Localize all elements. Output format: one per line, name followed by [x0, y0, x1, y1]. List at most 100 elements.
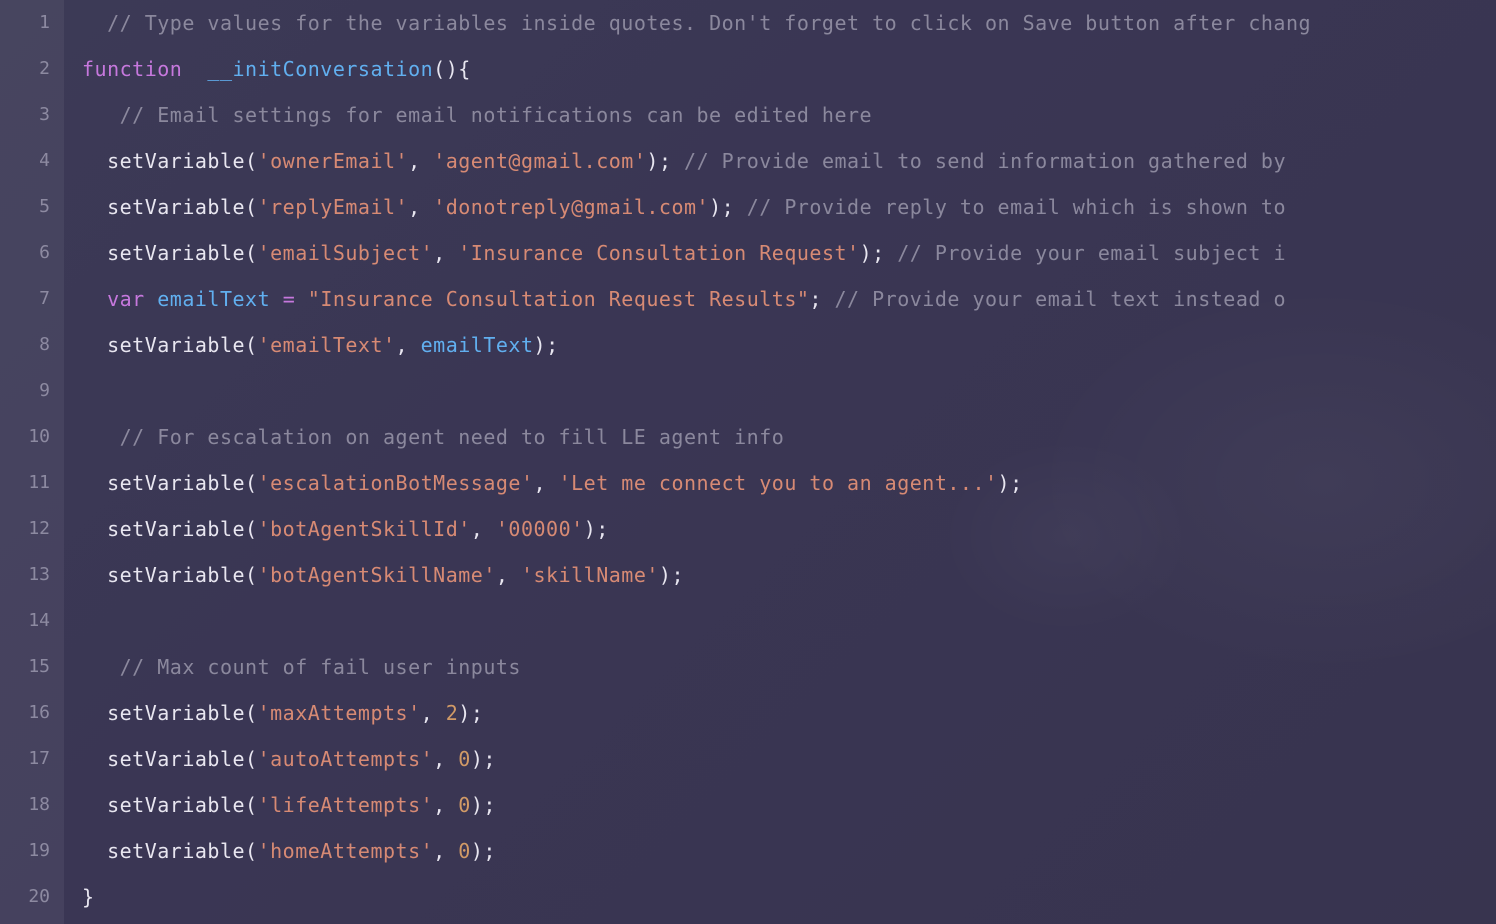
- line-number: 2: [0, 46, 50, 92]
- string-arg: 'skillName': [521, 563, 659, 587]
- code-line[interactable]: }: [82, 874, 1496, 920]
- comma: ,: [433, 793, 458, 817]
- code-area[interactable]: // Type values for the variables inside …: [64, 0, 1496, 924]
- line-number: 12: [0, 506, 50, 552]
- code-line[interactable]: setVariable('emailSubject', 'Insurance C…: [82, 230, 1496, 276]
- number-arg: 0: [458, 793, 471, 817]
- open-paren: (: [245, 839, 258, 863]
- semicolon: ;: [546, 333, 559, 357]
- code-line[interactable]: var emailText = "Insurance Consultation …: [82, 276, 1496, 322]
- code-line[interactable]: // Type values for the variables inside …: [82, 0, 1496, 46]
- code-line[interactable]: // Email settings for email notification…: [82, 92, 1496, 138]
- call-name: setVariable: [107, 149, 245, 173]
- open-brace: {: [458, 57, 471, 81]
- close-paren: ): [709, 195, 722, 219]
- line-number: 9: [0, 368, 50, 414]
- open-paren: (: [245, 747, 258, 771]
- comment-text: // Email settings for email notification…: [120, 103, 872, 127]
- call-name: setVariable: [107, 701, 245, 725]
- string-arg: 'agent@gmail.com': [433, 149, 646, 173]
- string-arg: 'botAgentSkillName': [258, 563, 496, 587]
- space: [182, 57, 207, 81]
- call-name: setVariable: [107, 517, 245, 541]
- open-paren: (: [245, 517, 258, 541]
- semicolon: ;: [659, 149, 672, 173]
- open-paren: (: [245, 471, 258, 495]
- comma: ,: [408, 195, 433, 219]
- call-name: setVariable: [107, 333, 245, 357]
- comment-text: // Provide email to send information gat…: [671, 149, 1286, 173]
- line-number-gutter: 1 2 3 4 5 6 7 8 9 10 11 12 13 14 15 16 1…: [0, 0, 64, 924]
- code-line[interactable]: setVariable('replyEmail', 'donotreply@gm…: [82, 184, 1496, 230]
- space: [145, 287, 158, 311]
- code-line[interactable]: setVariable('lifeAttempts', 0);: [82, 782, 1496, 828]
- string-arg: 'homeAttempts': [258, 839, 434, 863]
- code-line[interactable]: setVariable('emailText', emailText);: [82, 322, 1496, 368]
- comma: ,: [433, 747, 458, 771]
- code-line[interactable]: setVariable('homeAttempts', 0);: [82, 828, 1496, 874]
- indent: [82, 793, 107, 817]
- open-paren: (: [245, 333, 258, 357]
- semicolon: ;: [809, 287, 822, 311]
- code-line[interactable]: // For escalation on agent need to fill …: [82, 414, 1496, 460]
- line-number: 14: [0, 598, 50, 644]
- close-paren: ): [471, 793, 484, 817]
- function-name: __initConversation: [207, 57, 433, 81]
- open-paren: (: [245, 149, 258, 173]
- comment-text: // Provide your email text instead o: [822, 287, 1286, 311]
- line-number: 19: [0, 828, 50, 874]
- comment-text: // Provide reply to email which is shown…: [734, 195, 1286, 219]
- keyword-function: function: [82, 57, 182, 81]
- open-paren: (: [245, 241, 258, 265]
- code-line[interactable]: // Max count of fail user inputs: [82, 644, 1496, 690]
- code-line[interactable]: setVariable('ownerEmail', 'agent@gmail.c…: [82, 138, 1496, 184]
- line-number: 3: [0, 92, 50, 138]
- string-arg: 'Let me connect you to an agent...': [559, 471, 998, 495]
- call-name: setVariable: [107, 793, 245, 817]
- string-arg: 'ownerEmail': [258, 149, 409, 173]
- indent: [82, 103, 120, 127]
- string-arg: '00000': [496, 517, 584, 541]
- string-arg: 'maxAttempts': [258, 701, 421, 725]
- close-paren: ): [860, 241, 873, 265]
- comment-text: // Max count of fail user inputs: [120, 655, 521, 679]
- string-arg: 'Insurance Consultation Request': [458, 241, 859, 265]
- close-paren: ): [471, 747, 484, 771]
- code-line[interactable]: function __initConversation(){: [82, 46, 1496, 92]
- string-arg: 'donotreply@gmail.com': [433, 195, 709, 219]
- code-line[interactable]: setVariable('escalationBotMessage', 'Let…: [82, 460, 1496, 506]
- parentheses: (): [433, 57, 458, 81]
- string-arg: 'lifeAttempts': [258, 793, 434, 817]
- space: [295, 287, 308, 311]
- code-line[interactable]: [82, 598, 1496, 644]
- indent: [82, 287, 107, 311]
- comment-text: // Provide your email subject i: [885, 241, 1286, 265]
- code-editor[interactable]: 1 2 3 4 5 6 7 8 9 10 11 12 13 14 15 16 1…: [0, 0, 1496, 924]
- comma: ,: [471, 517, 496, 541]
- close-paren: ): [659, 563, 672, 587]
- code-line[interactable]: setVariable('botAgentSkillId', '00000');: [82, 506, 1496, 552]
- open-paren: (: [245, 701, 258, 725]
- indent: [82, 517, 107, 541]
- comment-text: // For escalation on agent need to fill …: [120, 425, 785, 449]
- line-number: 16: [0, 690, 50, 736]
- open-paren: (: [245, 563, 258, 587]
- code-line[interactable]: [82, 368, 1496, 414]
- string-arg: 'emailText': [258, 333, 396, 357]
- indent: [82, 425, 120, 449]
- indent: [82, 563, 107, 587]
- close-paren: ): [534, 333, 547, 357]
- close-paren: ): [646, 149, 659, 173]
- code-line[interactable]: setVariable('autoAttempts', 0);: [82, 736, 1496, 782]
- close-paren: ): [471, 839, 484, 863]
- call-name: setVariable: [107, 241, 245, 265]
- indent: [82, 839, 107, 863]
- var-ref: emailText: [421, 333, 534, 357]
- close-paren: ): [584, 517, 597, 541]
- code-line[interactable]: setVariable('maxAttempts', 2);: [82, 690, 1496, 736]
- code-line[interactable]: setVariable('botAgentSkillName', 'skillN…: [82, 552, 1496, 598]
- comma: ,: [496, 563, 521, 587]
- space: [270, 287, 283, 311]
- comma: ,: [421, 701, 446, 725]
- line-number: 6: [0, 230, 50, 276]
